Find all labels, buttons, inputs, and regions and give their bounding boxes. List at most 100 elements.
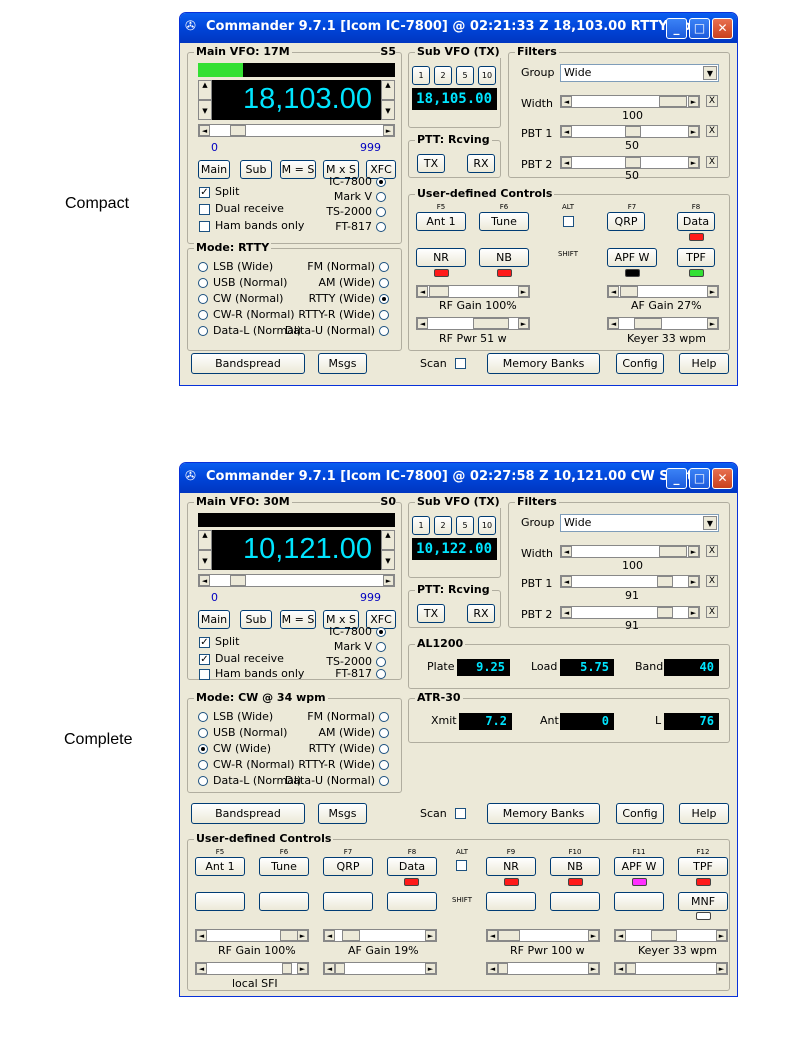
split-checkbox[interactable]: ✓	[199, 187, 210, 198]
maximize-icon[interactable]: □	[689, 468, 710, 489]
width-reset-icon[interactable]: X	[706, 95, 718, 107]
slider-thumb[interactable]	[498, 963, 508, 974]
af-gain-slider[interactable]: ◄ ►	[607, 285, 719, 298]
empty-button[interactable]	[614, 892, 664, 911]
aux-slider[interactable]: ◄ ►	[614, 962, 728, 975]
sub-button[interactable]: Sub	[240, 610, 272, 629]
empty-button[interactable]	[550, 892, 600, 911]
slider-thumb[interactable]	[634, 318, 662, 329]
slider-left-icon[interactable]: ◄	[487, 963, 498, 974]
rf-power-slider[interactable]: ◄ ►	[486, 929, 600, 942]
dual-receive-checkbox[interactable]: ✓	[199, 654, 210, 665]
step-2-button[interactable]: 2	[434, 66, 452, 85]
slider-right-icon[interactable]: ►	[688, 96, 699, 107]
slider-left-icon[interactable]: ◄	[487, 930, 498, 941]
main-button[interactable]: Main	[198, 610, 230, 629]
split-checkbox[interactable]: ✓	[199, 637, 210, 648]
rf-gain-slider[interactable]: ◄ ►	[195, 929, 309, 942]
scroll-right-icon[interactable]: ►	[383, 125, 394, 136]
nb-button[interactable]: NB	[479, 248, 529, 267]
mode-usb-radio[interactable]	[198, 278, 208, 288]
radio-ic7800[interactable]	[376, 627, 386, 637]
pbt1-slider[interactable]: ◄ ►	[560, 125, 700, 138]
slider-thumb[interactable]	[498, 930, 520, 941]
data-button[interactable]: Data	[387, 857, 437, 876]
slider-left-icon[interactable]: ◄	[561, 576, 572, 587]
title-bar[interactable]: ✇ Commander 9.7.1 [Icom IC-7800] @ 02:21…	[180, 13, 737, 43]
empty-button[interactable]	[486, 892, 536, 911]
width-slider[interactable]: ◄ ►	[560, 545, 700, 558]
mode-datau-radio[interactable]	[379, 776, 389, 786]
radio-ic7800[interactable]	[376, 177, 386, 187]
radio-ts2000[interactable]	[376, 657, 386, 667]
qrp-button[interactable]: QRP	[323, 857, 373, 876]
slider-right-icon[interactable]: ►	[425, 930, 436, 941]
msgs-button[interactable]: Msgs	[318, 803, 367, 824]
scan-checkbox[interactable]	[455, 808, 466, 819]
slider-left-icon[interactable]: ◄	[196, 963, 207, 974]
slider-left-icon[interactable]: ◄	[324, 930, 335, 941]
keyer-slider[interactable]: ◄ ►	[614, 929, 728, 942]
pbt2-slider[interactable]: ◄ ►	[560, 606, 700, 619]
empty-button[interactable]	[195, 892, 245, 911]
mode-fm-radio[interactable]	[379, 712, 389, 722]
slider-right-icon[interactable]: ►	[688, 126, 699, 137]
maximize-icon[interactable]: □	[689, 18, 710, 39]
nr-button[interactable]: NR	[486, 857, 536, 876]
freq-up-left-icon[interactable]: ▲	[198, 530, 212, 550]
slider-thumb[interactable]	[626, 963, 636, 974]
rf-power-slider[interactable]: ◄ ►	[416, 317, 530, 330]
freq-down-right-icon[interactable]: ▼	[381, 550, 395, 570]
step-10-button[interactable]: 10	[478, 516, 496, 535]
title-bar[interactable]: ✇ Commander 9.7.1 [Icom IC-7800] @ 02:27…	[180, 463, 737, 493]
slider-left-icon[interactable]: ◄	[324, 963, 335, 974]
ham-bands-only-checkbox[interactable]	[199, 221, 210, 232]
slider-right-icon[interactable]: ►	[688, 576, 699, 587]
config-button[interactable]: Config	[616, 353, 664, 374]
slider-left-icon[interactable]: ◄	[608, 318, 619, 329]
rx-button[interactable]: RX	[467, 604, 495, 623]
radio-markv[interactable]	[376, 192, 386, 202]
slider-thumb[interactable]	[620, 286, 638, 297]
freq-up-right-icon[interactable]: ▲	[381, 80, 395, 100]
pbt2-slider[interactable]: ◄ ►	[560, 156, 700, 169]
slider-thumb[interactable]	[651, 930, 677, 941]
mode-cw-radio[interactable]	[198, 294, 208, 304]
slider-right-icon[interactable]: ►	[716, 930, 727, 941]
tpf-button[interactable]: TPF	[677, 248, 715, 267]
slider-left-icon[interactable]: ◄	[417, 318, 428, 329]
qrp-button[interactable]: QRP	[607, 212, 645, 231]
close-icon[interactable]: ✕	[712, 18, 733, 39]
bandspread-button[interactable]: Bandspread	[191, 353, 305, 374]
mnf-button[interactable]: MNF	[678, 892, 728, 911]
radio-markv[interactable]	[376, 642, 386, 652]
freq-down-left-icon[interactable]: ▼	[198, 100, 212, 120]
step-5-button[interactable]: 5	[456, 516, 474, 535]
mode-usb-radio[interactable]	[198, 728, 208, 738]
ant1-button[interactable]: Ant 1	[195, 857, 245, 876]
tpf-button[interactable]: TPF	[678, 857, 728, 876]
mode-rttyr-radio[interactable]	[379, 310, 389, 320]
tune-button[interactable]: Tune	[259, 857, 309, 876]
keyer-slider[interactable]: ◄ ►	[607, 317, 719, 330]
slider-thumb[interactable]	[657, 576, 673, 587]
slider-right-icon[interactable]: ►	[707, 286, 718, 297]
memory-banks-button[interactable]: Memory Banks	[487, 353, 600, 374]
sfi-slider[interactable]: ◄ ►	[195, 962, 309, 975]
slider-thumb[interactable]	[282, 963, 292, 974]
ant1-button[interactable]: Ant 1	[416, 212, 466, 231]
freq-down-left-icon[interactable]: ▼	[198, 550, 212, 570]
empty-button[interactable]	[323, 892, 373, 911]
sub-frequency[interactable]: 10,122.00	[412, 538, 497, 560]
mode-am-radio[interactable]	[379, 728, 389, 738]
width-reset-icon[interactable]: X	[706, 545, 718, 557]
slider-right-icon[interactable]: ►	[425, 963, 436, 974]
slider-left-icon[interactable]: ◄	[608, 286, 619, 297]
slider-right-icon[interactable]: ►	[716, 963, 727, 974]
dropdown-icon[interactable]: ▼	[703, 66, 717, 80]
slider-left-icon[interactable]: ◄	[561, 157, 572, 168]
mode-rtty-radio[interactable]	[379, 744, 389, 754]
alt-checkbox[interactable]	[563, 216, 574, 227]
data-button[interactable]: Data	[677, 212, 715, 231]
m-equals-s-button[interactable]: M = S	[280, 610, 316, 629]
